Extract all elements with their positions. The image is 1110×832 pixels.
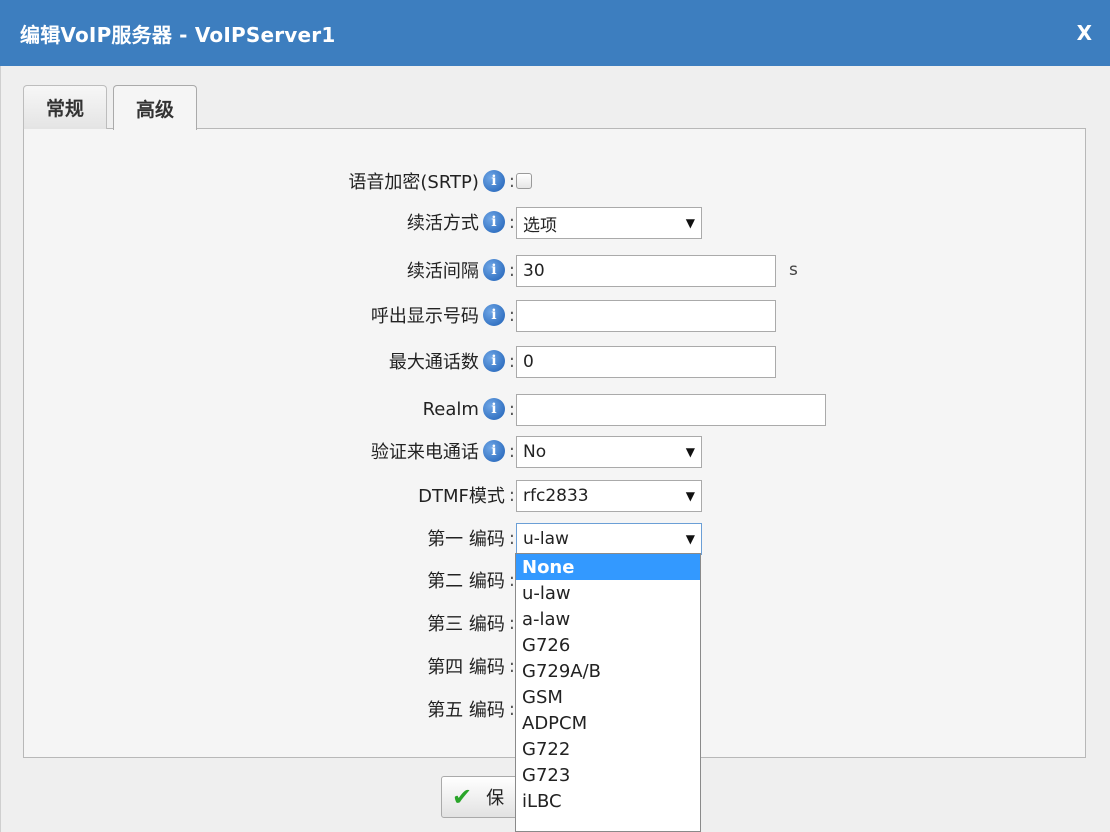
row-codec1: 第一 编码 : u-law ▼ xyxy=(24,521,1087,555)
keepalive-interval-input[interactable]: 30 xyxy=(516,255,776,287)
info-icon[interactable]: i xyxy=(482,350,505,372)
dropdown-arrow-icon: ▼ xyxy=(685,489,695,503)
srtp-checkbox[interactable] xyxy=(516,173,532,189)
dropdown-option[interactable]: u-law xyxy=(516,580,700,606)
dropdown-option[interactable]: G723 xyxy=(516,762,700,788)
tab-bar: 常规 高级 xyxy=(23,85,203,130)
dropdown-option[interactable]: ADPCM xyxy=(516,710,700,736)
save-button[interactable]: ✔ 保 xyxy=(441,776,521,818)
keepalive-mode-select[interactable]: 选项 ▼ xyxy=(516,207,702,239)
dropdown-option[interactable]: G722 xyxy=(516,736,700,762)
save-button-label: 保 xyxy=(486,788,505,809)
info-icon[interactable]: i xyxy=(482,211,505,233)
checkmark-icon: ✔ xyxy=(452,783,473,811)
dtmf-mode-label: DTMF模式 xyxy=(418,486,505,507)
realm-input[interactable] xyxy=(516,394,826,426)
dropdown-option[interactable]: G729A/B xyxy=(516,658,700,684)
dropdown-option[interactable]: None xyxy=(516,554,700,580)
auth-incoming-select[interactable]: No ▼ xyxy=(516,436,702,468)
dropdown-option[interactable]: iLBC xyxy=(516,788,700,814)
keepalive-mode-label: 续活方式 xyxy=(406,213,479,234)
row-realm: Realm i : xyxy=(24,392,1087,426)
codec4-label: 第四 编码 xyxy=(427,657,505,678)
row-srtp: 语音加密(SRTP) i : xyxy=(24,164,1087,198)
keepalive-interval-unit: s xyxy=(789,260,798,280)
tab-advanced[interactable]: 高级 xyxy=(113,85,198,130)
codec5-label: 第五 编码 xyxy=(427,700,505,721)
dropdown-option[interactable]: GSM xyxy=(516,684,700,710)
info-icon[interactable]: i xyxy=(482,170,505,192)
row-auth-incoming: 验证来电通话 i : No ▼ xyxy=(24,434,1087,468)
codec1-label: 第一 编码 xyxy=(427,529,505,550)
dialog-titlebar: 编辑VoIP服务器 - VoIPServer1 X xyxy=(0,0,1110,66)
tab-general[interactable]: 常规 xyxy=(23,85,108,129)
row-outbound-callerid: 呼出显示号码 i : xyxy=(24,298,1087,332)
info-icon[interactable]: i xyxy=(482,259,505,281)
info-icon[interactable]: i xyxy=(482,440,505,462)
codec3-label: 第三 编码 xyxy=(427,614,505,635)
row-keepalive-mode: 续活方式 i : 选项 ▼ xyxy=(24,205,1087,239)
realm-label: Realm xyxy=(422,398,479,420)
row-max-calls: 最大通话数 i : 0 xyxy=(24,344,1087,378)
dropdown-option[interactable]: G726 xyxy=(516,632,700,658)
outbound-callerid-label: 呼出显示号码 xyxy=(370,306,479,327)
dropdown-arrow-icon: ▼ xyxy=(685,216,695,230)
keepalive-interval-label: 续活间隔 xyxy=(406,261,479,282)
codec1-select[interactable]: u-law ▼ xyxy=(516,523,702,555)
dialog-title: 编辑VoIP服务器 - VoIPServer1 xyxy=(20,22,336,47)
outbound-callerid-input[interactable] xyxy=(516,300,776,332)
codec2-label: 第二 编码 xyxy=(427,571,505,592)
info-icon[interactable]: i xyxy=(482,398,505,420)
close-button[interactable]: X xyxy=(1077,21,1092,45)
dtmf-mode-select[interactable]: rfc2833 ▼ xyxy=(516,480,702,512)
row-keepalive-interval: 续活间隔 i : 30 s xyxy=(24,253,1087,287)
max-calls-input[interactable]: 0 xyxy=(516,346,776,378)
row-dtmf-mode: DTMF模式 : rfc2833 ▼ xyxy=(24,478,1087,512)
codec1-dropdown-list: None u-law a-law G726 G729A/B GSM ADPCM … xyxy=(515,553,701,832)
dropdown-option[interactable]: a-law xyxy=(516,606,700,632)
info-icon[interactable]: i xyxy=(482,304,505,326)
auth-incoming-label: 验证来电通话 xyxy=(370,442,479,463)
max-calls-label: 最大通话数 xyxy=(388,352,479,373)
srtp-label: 语音加密(SRTP) xyxy=(348,172,479,193)
dropdown-arrow-icon: ▼ xyxy=(685,532,695,546)
dropdown-arrow-icon: ▼ xyxy=(685,445,695,459)
